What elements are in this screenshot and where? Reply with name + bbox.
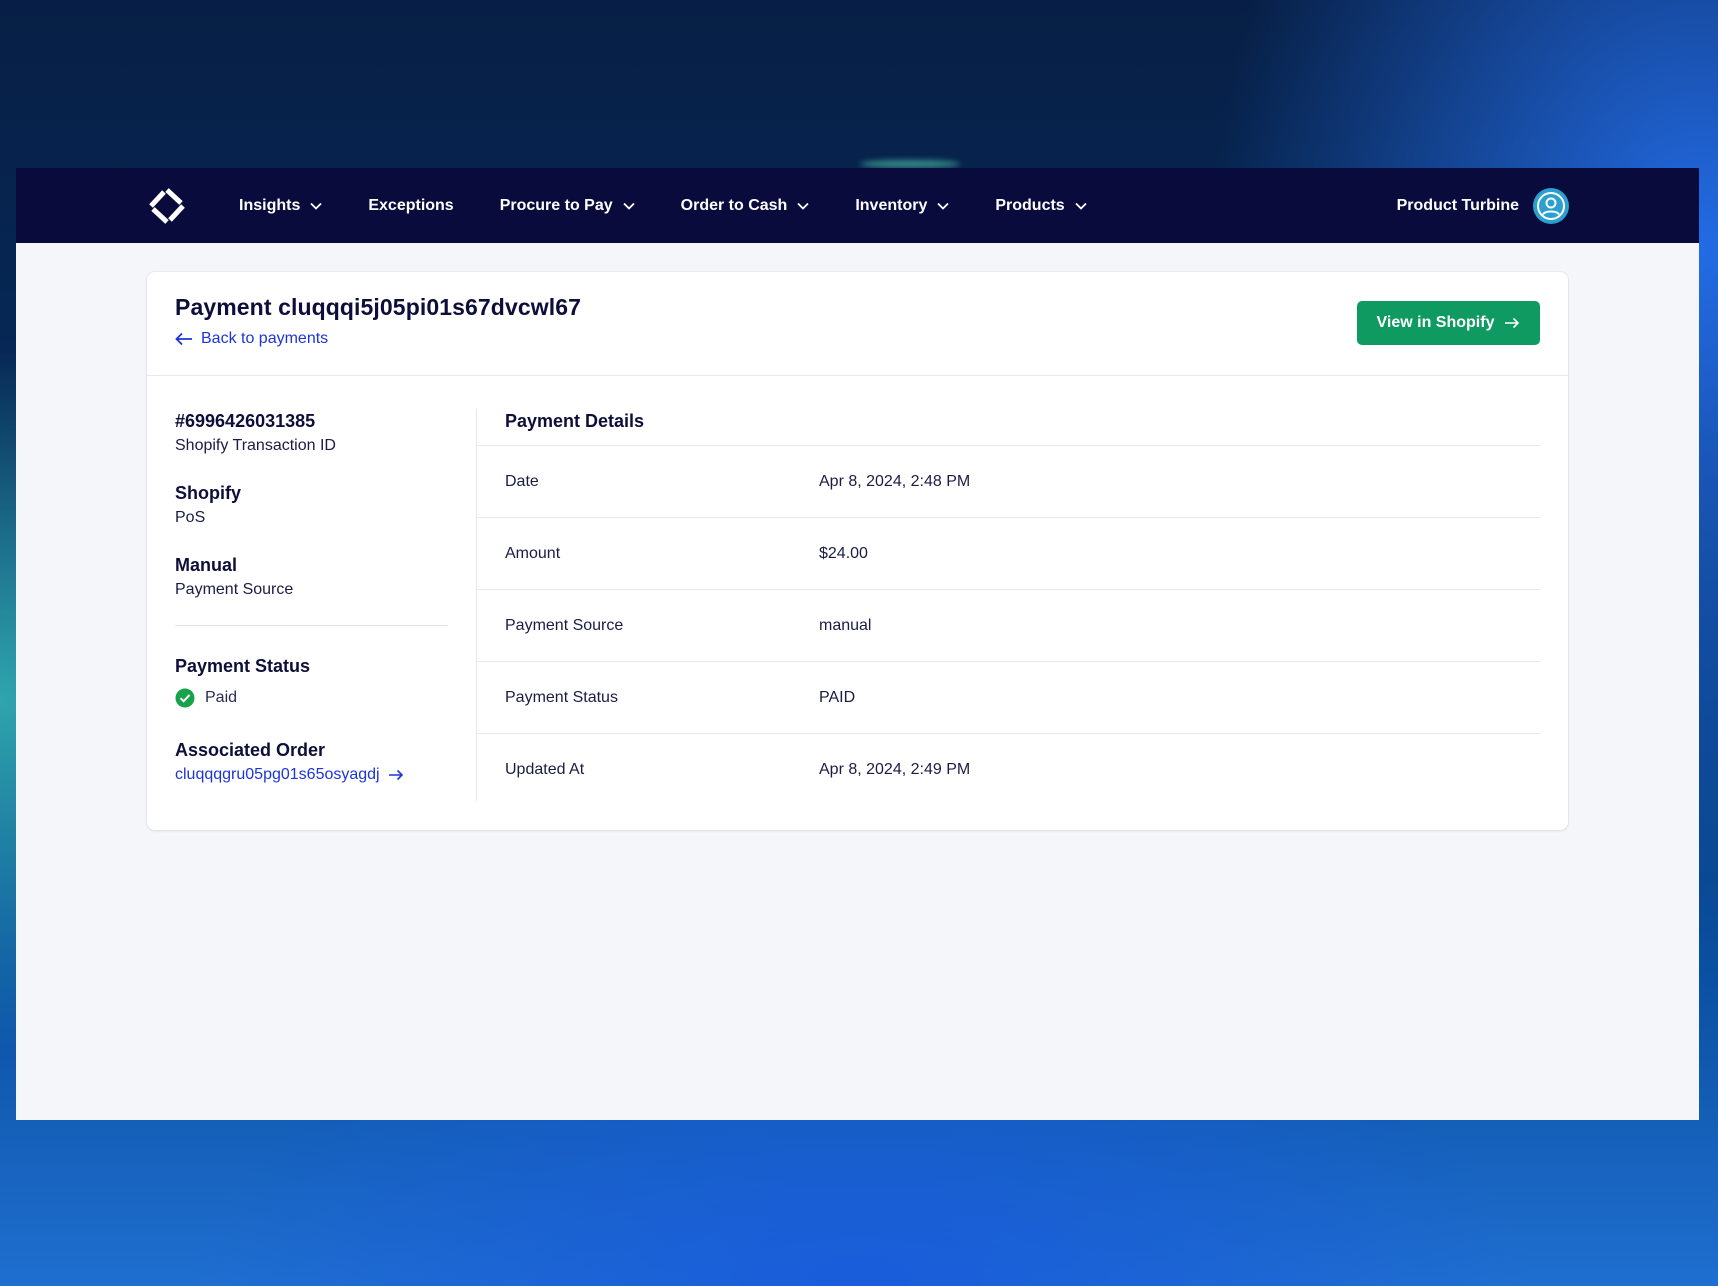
arrow-right-icon: [1505, 317, 1520, 329]
nav-products-label: Products: [995, 196, 1065, 214]
nav-insights-label: Insights: [239, 196, 301, 214]
order-heading: Associated Order: [175, 740, 326, 760]
nav-order-to-cash[interactable]: Order to Cash: [681, 197, 810, 215]
transaction-id-label: Shopify Transaction ID: [175, 437, 336, 454]
detail-row-amount: Amount $24.00: [477, 518, 1540, 590]
nav-inventory[interactable]: Inventory: [855, 197, 949, 215]
arrow-left-icon: [175, 332, 192, 346]
chevron-down-icon: [1075, 202, 1087, 210]
transaction-id: #6996426031385: [175, 411, 316, 431]
source-label: Payment Source: [175, 581, 294, 598]
detail-row-payment-status: Payment Status PAID: [477, 662, 1540, 734]
chevron-down-icon: [937, 202, 949, 210]
detail-label: Updated At: [505, 760, 585, 778]
detail-row-payment-source: Payment Source manual: [477, 590, 1540, 662]
associated-order-link[interactable]: cluqqqgru05pg01s65osyagdj: [175, 766, 448, 784]
detail-value: manual: [819, 616, 872, 634]
detail-value: PAID: [819, 688, 856, 706]
payment-card: Payment cluqqqi5j05pi01s67dvcwl67 Back t…: [147, 272, 1568, 830]
payment-summary: #6996426031385 Shopify Transaction ID Sh…: [175, 409, 448, 808]
nav-products[interactable]: Products: [995, 196, 1087, 215]
detail-value: Apr 8, 2024, 2:48 PM: [819, 472, 971, 490]
status-value: Paid: [205, 689, 238, 706]
channel-block: Shopify PoS: [175, 481, 448, 529]
app-window: Insights Exceptions Procure to Pay Order…: [16, 168, 1699, 1120]
detail-label: Date: [505, 472, 539, 490]
order-block: Associated Order cluqqqgru05pg01s65osyag…: [175, 738, 448, 784]
user-name: Product Turbine: [1396, 196, 1519, 214]
check-circle-icon: [175, 688, 195, 708]
detail-row-updated-at: Updated At Apr 8, 2024, 2:49 PM: [477, 734, 1540, 805]
detail-row-date: Date Apr 8, 2024, 2:48 PM: [477, 446, 1540, 518]
chevron-down-icon: [310, 202, 322, 210]
view-in-shopify-button[interactable]: View in Shopify: [1357, 301, 1540, 345]
transaction-id-block: #6996426031385 Shopify Transaction ID: [175, 409, 448, 457]
channel-name: Shopify: [175, 483, 241, 503]
back-to-payments-link[interactable]: Back to payments: [175, 330, 328, 348]
status-heading: Payment Status: [175, 656, 311, 676]
status-badge: Paid: [175, 688, 448, 708]
nav-procure-to-pay[interactable]: Procure to Pay: [500, 197, 635, 215]
order-link-label: cluqqqgru05pg01s65osyagdj: [175, 766, 380, 783]
source-value: Manual: [175, 555, 238, 575]
arrow-right-icon: [388, 769, 403, 781]
nav-insights[interactable]: Insights: [239, 197, 322, 215]
turbine-logo-icon[interactable]: [147, 186, 187, 226]
nav-inventory-label: Inventory: [855, 196, 928, 214]
back-link-label: Back to payments: [201, 330, 329, 347]
page-title: Payment cluqqqi5j05pi01s67dvcwl67: [175, 294, 581, 320]
status-block: Payment Status Paid: [175, 654, 448, 708]
top-nav: Insights Exceptions Procure to Pay Order…: [16, 168, 1699, 243]
nav-procure-to-pay-label: Procure to Pay: [499, 196, 613, 214]
detail-value: Apr 8, 2024, 2:49 PM: [819, 760, 971, 778]
detail-label: Amount: [505, 544, 561, 562]
chevron-down-icon: [623, 202, 635, 210]
view-button-label: View in Shopify: [1376, 314, 1495, 331]
user-avatar-icon[interactable]: [1533, 187, 1569, 224]
user-menu[interactable]: Product Turbine: [1396, 187, 1569, 224]
divider: [175, 625, 448, 626]
detail-label: Payment Status: [505, 688, 618, 706]
details-heading: Payment Details: [477, 409, 1540, 446]
detail-value: $24.00: [819, 544, 868, 562]
detail-label: Payment Source: [505, 616, 624, 634]
chevron-down-icon: [797, 202, 809, 210]
desktop-glow: [860, 160, 960, 168]
nav-order-to-cash-label: Order to Cash: [680, 196, 788, 214]
card-header: Payment cluqqqi5j05pi01s67dvcwl67 Back t…: [147, 272, 1568, 376]
nav-exceptions[interactable]: Exceptions: [368, 197, 453, 215]
payment-details: Payment Details Date Apr 8, 2024, 2:48 P…: [477, 409, 1540, 805]
source-block: Manual Payment Source: [175, 553, 448, 601]
channel-sub: PoS: [175, 509, 206, 526]
nav-exceptions-label: Exceptions: [368, 196, 454, 214]
